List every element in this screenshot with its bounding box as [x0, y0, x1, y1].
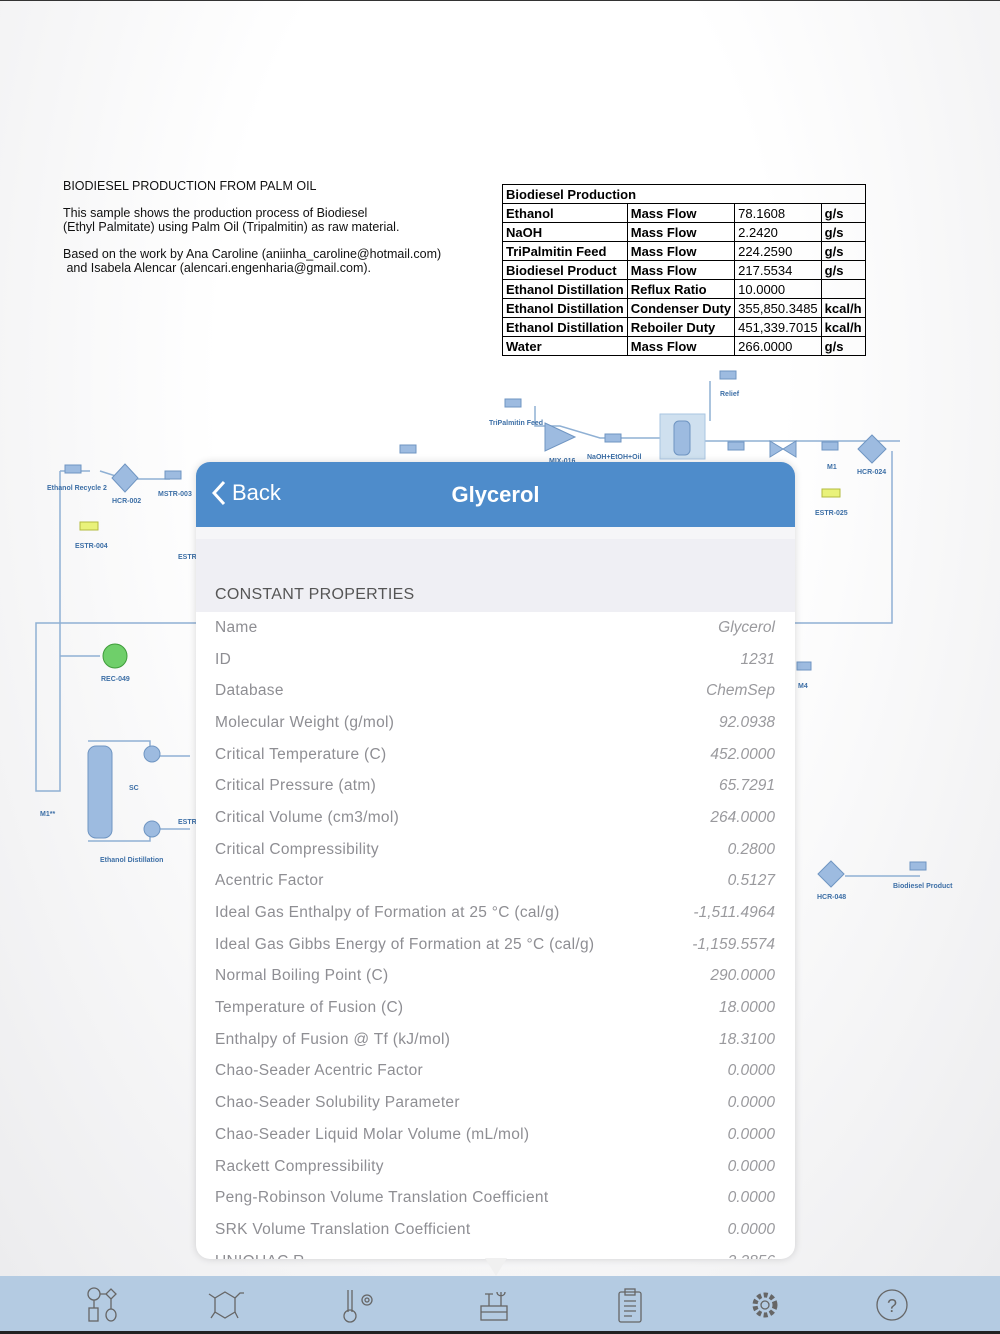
property-name: Critical Volume (cm3/mol): [215, 808, 400, 826]
popover-title: Glycerol: [451, 482, 540, 507]
properties-list[interactable]: Name Glycerol ID 1231 Database ChemSep Molecul…: [196, 612, 795, 1259]
property-name: Chao-Seader Solubility Parameter: [215, 1094, 460, 1112]
property-value: 1231: [740, 650, 775, 668]
property-row: Chao-Seader Liquid Molar Volume (mL/mol)…: [196, 1119, 795, 1151]
compounds-icon[interactable]: [205, 1286, 245, 1324]
unit-operation-label[interactable]: Relief: [720, 391, 739, 398]
property-name: Database: [215, 682, 284, 700]
help-icon[interactable]: ?: [872, 1286, 912, 1324]
property-name: Critical Pressure (atm): [215, 777, 377, 795]
property-name: UNIQUAC R: [215, 1253, 305, 1259]
property-name: Critical Temperature (C): [215, 745, 387, 763]
property-name: Critical Compressibility: [215, 840, 379, 858]
property-row: SRK Volume Translation Coefficient 0.0000: [196, 1214, 795, 1246]
property-package-icon[interactable]: [340, 1286, 380, 1324]
property-value: 0.2800: [727, 840, 775, 858]
property-name: Peng-Robinson Volume Translation Coeffic…: [215, 1189, 549, 1207]
property-row: Chao-Seader Acentric Factor 0.0000: [196, 1056, 795, 1088]
bottom-toolbar: ?: [0, 1276, 1000, 1334]
stream-icon: [64, 464, 82, 474]
property-name: Chao-Seader Liquid Molar Volume (mL/mol): [215, 1125, 530, 1143]
property-value: 0.5127: [727, 872, 775, 890]
property-row: Name Glycerol: [196, 612, 795, 644]
utilities-icon[interactable]: [475, 1286, 515, 1324]
property-value: 0.0000: [727, 1189, 775, 1207]
reports-icon[interactable]: [610, 1286, 650, 1324]
property-row: Rackett Compressibility 0.0000: [196, 1151, 795, 1183]
unit-operation-label[interactable]: M1: [827, 464, 837, 471]
recycle-icon: [102, 643, 128, 669]
property-row: Normal Boiling Point (C) 290.0000: [196, 961, 795, 993]
property-row: Critical Volume (cm3/mol) 264.0000: [196, 802, 795, 834]
property-row: UNIQUAC R 3.3856: [196, 1246, 795, 1259]
property-row: Critical Pressure (atm) 65.7291: [196, 770, 795, 802]
property-row: Ideal Gas Enthalpy of Formation at 25 °C…: [196, 897, 795, 929]
popover-arrow: [485, 1258, 507, 1276]
property-value: 290.0000: [710, 967, 775, 985]
property-name: Ideal Gas Enthalpy of Formation at 25 °C…: [215, 904, 560, 922]
property-row: Database ChemSep: [196, 675, 795, 707]
unit-operation-label[interactable]: Ethanol Distillation: [100, 857, 163, 864]
property-row: Temperature of Fusion (C) 18.0000: [196, 992, 795, 1024]
property-name: Molecular Weight (g/mol): [215, 713, 395, 731]
svg-text:?: ?: [887, 1296, 897, 1316]
property-value: -1,159.5574: [692, 935, 775, 953]
property-name: Ideal Gas Gibbs Energy of Formation at 2…: [215, 935, 595, 953]
property-value: 92.0938: [718, 713, 775, 731]
property-row: Peng-Robinson Volume Translation Coeffic…: [196, 1182, 795, 1214]
property-value: 18.3100: [718, 1030, 775, 1048]
property-row: Ideal Gas Gibbs Energy of Formation at 2…: [196, 929, 795, 961]
unit-operation-label[interactable]: ESTR: [178, 819, 197, 826]
property-value: 452.0000: [710, 745, 775, 763]
property-name: Name: [215, 618, 258, 636]
property-value: 18.0000: [718, 999, 775, 1017]
compound-properties-popover: Back Glycerol CONSTANT PROPERTIES Name Gl…: [196, 462, 795, 1259]
property-value: 264.0000: [710, 808, 775, 826]
property-row: Critical Temperature (C) 452.0000: [196, 739, 795, 771]
property-value: 0.0000: [727, 1094, 775, 1112]
unit-operation-label[interactable]: Biodiesel Product: [893, 883, 953, 890]
property-row: Critical Compressibility 0.2800: [196, 834, 795, 866]
popover-header: Back Glycerol: [196, 462, 795, 527]
unit-operation-label[interactable]: ESTR-004: [75, 543, 108, 550]
property-name: Normal Boiling Point (C): [215, 967, 389, 985]
unit-operation-label[interactable]: M1**: [40, 811, 55, 818]
property-row: Acentric Factor 0.5127: [196, 866, 795, 898]
property-value: -1,511.4964: [693, 904, 775, 922]
property-value: 3.3856: [728, 1253, 775, 1259]
property-row: Chao-Seader Solubility Parameter 0.0000: [196, 1087, 795, 1119]
section-header: CONSTANT PROPERTIES: [215, 586, 415, 603]
unit-operation-label[interactable]: TriPalmitin Feed: [489, 420, 543, 427]
unit-operation-label[interactable]: MSTR-003: [158, 491, 192, 498]
property-name: Temperature of Fusion (C): [215, 999, 404, 1017]
property-name: Rackett Compressibility: [215, 1157, 384, 1175]
property-value: 0.0000: [727, 1220, 775, 1238]
property-name: ID: [215, 650, 232, 668]
flowsheet-icon[interactable]: [84, 1286, 124, 1324]
property-row: Molecular Weight (g/mol) 92.0938: [196, 707, 795, 739]
unit-operation-label[interactable]: M4: [798, 683, 808, 690]
unit-operation-label[interactable]: HCR-024: [857, 469, 886, 476]
property-value: 0.0000: [727, 1157, 775, 1175]
unit-operation-label[interactable]: ESTR-025: [815, 510, 848, 517]
unit-operation-label[interactable]: HCR-002: [112, 498, 141, 505]
property-name: Acentric Factor: [215, 872, 324, 890]
property-name: SRK Volume Translation Coefficient: [215, 1220, 471, 1238]
property-value: 0.0000: [727, 1062, 775, 1080]
settings-icon[interactable]: [745, 1286, 785, 1324]
property-row: ID 1231: [196, 644, 795, 676]
unit-operation-label[interactable]: ESTR: [178, 554, 197, 561]
unit-operation-label[interactable]: Ethanol Recycle 2: [47, 485, 107, 492]
unit-operation-label[interactable]: NaOH+EtOH+Oil: [587, 454, 641, 461]
unit-operation-label[interactable]: SC: [129, 785, 139, 792]
unit-operation-label[interactable]: REC-049: [101, 676, 130, 683]
unit-operation-label[interactable]: HCR-048: [817, 894, 846, 901]
property-row: Enthalpy of Fusion @ Tf (kJ/mol) 18.3100: [196, 1024, 795, 1056]
property-name: Chao-Seader Acentric Factor: [215, 1062, 423, 1080]
property-value: ChemSep: [706, 682, 775, 700]
property-value: 65.7291: [718, 777, 775, 795]
property-value: 0.0000: [727, 1125, 775, 1143]
property-value: Glycerol: [718, 618, 775, 636]
property-name: Enthalpy of Fusion @ Tf (kJ/mol): [215, 1030, 451, 1048]
